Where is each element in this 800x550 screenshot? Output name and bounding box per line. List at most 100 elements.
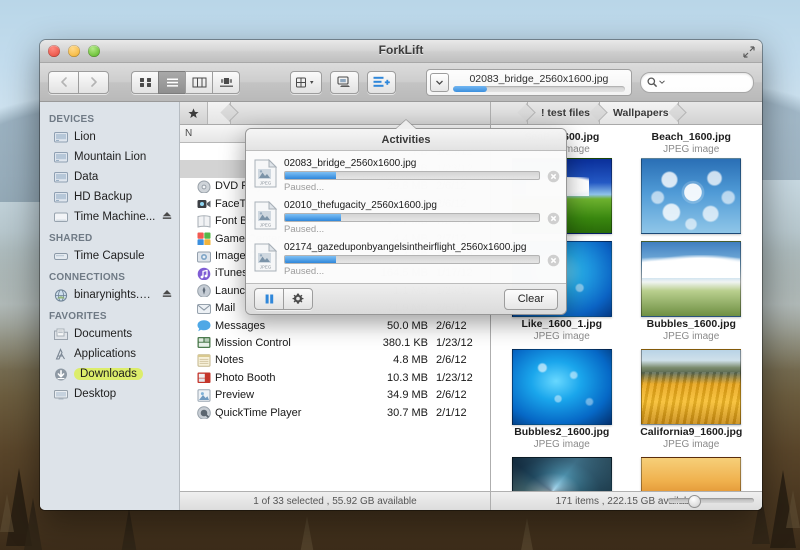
sidebar-item-label: HD Backup: [74, 191, 133, 203]
sidebar-item-desktop[interactable]: Desktop: [40, 384, 179, 404]
toolbar-progress-fill: [453, 85, 488, 92]
launchpad-icon: [196, 284, 212, 298]
file-icon-cell[interactable]: ColorSpiral.jpgJPEG image: [499, 455, 625, 491]
desktop-folder-icon: [54, 388, 68, 401]
cancel-icon[interactable]: [547, 212, 560, 225]
new-connection-button[interactable]: [367, 70, 397, 94]
file-icon-cell[interactable]: crestock-...1600.jpgJPEG image: [629, 455, 755, 491]
svg-text:JPEG: JPEG: [260, 265, 272, 270]
activity-item[interactable]: JPEG 02174_gazeduponbyangelsintheirflight…: [246, 238, 566, 280]
table-row[interactable]: Notes 4.8 MB 2/6/12: [180, 352, 490, 369]
sidebar-item-data[interactable]: Data: [40, 167, 179, 187]
breadcrumb-tab[interactable]: Wallpapers: [600, 102, 679, 124]
pause-button[interactable]: [254, 288, 283, 310]
sidebar-header-devices: DEVICES: [49, 114, 95, 125]
search-field[interactable]: [639, 71, 754, 93]
sidebar-item-documents[interactable]: Documents: [40, 324, 179, 344]
settings-button[interactable]: [283, 288, 313, 310]
sidebar-item-applications[interactable]: Applications: [40, 344, 179, 364]
forklift-window: ForkLift 02083_bridge_2560x1600.jpg DEVI…: [40, 40, 762, 510]
file-thumbnail[interactable]: [641, 158, 742, 234]
file-name: Preview: [215, 389, 255, 402]
search-input[interactable]: [664, 75, 747, 89]
cancel-icon[interactable]: [547, 170, 560, 183]
icon-view-button[interactable]: [131, 70, 158, 94]
activity-item[interactable]: JPEG 02010_thefugacity_2560x1600.jpg Pause…: [246, 196, 566, 238]
sidebar-item-binarynights-com[interactable]: binarynights.com: [40, 285, 179, 305]
missioncontrol-icon: [196, 336, 212, 349]
jpeg-file-icon: JPEG: [254, 200, 278, 230]
breadcrumb-tab[interactable]: ! test files: [528, 102, 601, 124]
clear-button[interactable]: Clear: [503, 288, 558, 310]
file-thumbnail[interactable]: [641, 241, 742, 317]
eject-icon[interactable]: [162, 289, 172, 301]
file-icon-cell[interactable]: Beach_1600.jpg JPEG image: [629, 131, 755, 237]
file-name: Messages: [215, 319, 266, 332]
wallpaper-tree: [0, 494, 14, 532]
table-row[interactable]: Messages 50.0 MB 2/6/12: [180, 317, 490, 334]
main-toolbar: 02083_bridge_2560x1600.jpg: [40, 63, 762, 102]
wallpaper-tree: [300, 516, 314, 550]
icon-size-slider[interactable]: [668, 494, 754, 508]
quicktime-icon: [196, 406, 212, 420]
activities-footer: Clear: [246, 283, 566, 314]
activity-progress-bar: [284, 213, 540, 222]
icon-size-slider-knob[interactable]: [687, 494, 701, 508]
cancel-icon: [547, 170, 560, 183]
file-thumbnail[interactable]: [511, 349, 612, 425]
activities-popover-toggle[interactable]: [430, 72, 450, 92]
file-kind: JPEG image: [663, 331, 720, 342]
remote-connect-button[interactable]: [330, 70, 360, 94]
right-pane-statusbar: 171 items , 222.15 GB available: [491, 491, 762, 510]
jpeg-file-icon: JPEG: [254, 242, 278, 272]
file-date: 2/6/12: [436, 319, 467, 332]
column-view-button[interactable]: [185, 70, 212, 94]
coverflow-view-button[interactable]: [212, 70, 240, 94]
eject-icon[interactable]: [162, 211, 172, 223]
window-titlebar: ForkLift: [40, 40, 762, 63]
file-size: 380.1 KB: [382, 336, 428, 349]
file-thumbnail[interactable]: [641, 349, 742, 425]
breadcrumb-tab[interactable]: [491, 102, 528, 124]
toolbar-transfer-progress[interactable]: 02083_bridge_2560x1600.jpg: [426, 68, 632, 96]
table-row[interactable]: Mission Control 380.1 KB 1/23/12: [180, 334, 490, 351]
back-button[interactable]: [48, 70, 78, 94]
file-date: 2/6/12: [436, 354, 467, 367]
table-row[interactable]: Preview 34.9 MB 2/6/12: [180, 386, 490, 403]
file-kind: JPEG image: [663, 439, 720, 450]
facetime-icon: [196, 197, 212, 210]
arrange-button[interactable]: [290, 70, 323, 94]
sidebar-item-downloads[interactable]: Downloads: [40, 364, 179, 384]
navigation-buttons: [48, 70, 109, 94]
cancel-icon[interactable]: [547, 254, 560, 267]
sidebar-item-time-capsule[interactable]: Time Capsule: [40, 246, 179, 266]
favorites-star-tab[interactable]: [180, 102, 208, 124]
globe-icon: [54, 288, 68, 302]
file-icon-cell[interactable]: California9_1600.jpg JPEG image: [629, 347, 755, 453]
fontbook-icon: [196, 215, 212, 228]
sidebar-item-time-machine[interactable]: Time Machine...: [40, 207, 179, 227]
sidebar-item-label: binarynights.com: [74, 289, 156, 301]
file-thumbnail[interactable]: [511, 457, 612, 491]
photobooth-icon: [196, 371, 212, 384]
airport-disk-icon: [54, 250, 68, 263]
forward-button[interactable]: [78, 70, 109, 94]
sidebar-item-mountain-lion[interactable]: Mountain Lion: [40, 147, 179, 167]
file-icon-cell[interactable]: Bubbles_1600.jpg JPEG image: [629, 239, 755, 345]
file-name: Bubbles_1600.jpg: [646, 318, 736, 330]
fullscreen-icon[interactable]: [743, 45, 755, 58]
sidebar-header-connections: CONNECTIONS: [49, 272, 126, 283]
table-row[interactable]: QuickTime Player 30.7 MB 2/1/12: [180, 404, 490, 421]
sidebar-item-hd-backup[interactable]: HD Backup: [40, 187, 179, 207]
right-tabbar-filler: [679, 102, 762, 124]
file-kind: JPEG image: [533, 439, 590, 450]
sidebar-item-label: Applications: [74, 348, 137, 360]
sidebar-item-lion[interactable]: Lion: [40, 127, 179, 147]
table-row[interactable]: Photo Booth 10.3 MB 1/23/12: [180, 369, 490, 386]
activity-item[interactable]: JPEG 02083_bridge_2560x1600.jpg Paused...: [246, 154, 566, 196]
list-view-button[interactable]: [158, 70, 185, 94]
harddisk-icon: [54, 191, 68, 204]
left-pane-breadcrumb[interactable]: [208, 102, 231, 124]
file-icon-cell[interactable]: Bubbles2_1600.jpg JPEG image: [499, 347, 625, 453]
file-thumbnail[interactable]: [641, 457, 742, 491]
